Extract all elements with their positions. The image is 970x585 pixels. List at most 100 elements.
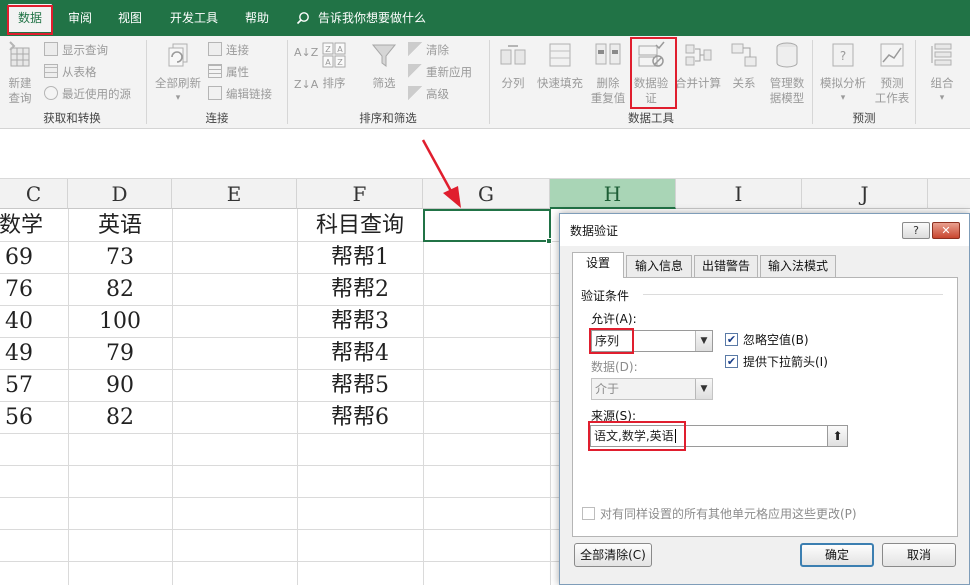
refresh-all-label: 全部刷新 [155, 76, 201, 90]
cell-f[interactable]: 帮帮5 [297, 370, 423, 402]
collapse-range-icon[interactable]: ⬆ [827, 425, 848, 447]
flash-fill-button[interactable]: 快速填充 [534, 40, 586, 91]
in-cell-dropdown-label: 提供下拉箭头(I) [743, 355, 828, 369]
what-if-analysis-button[interactable]: ? 模拟分析 ▾ [816, 40, 870, 106]
text-to-columns-label: 分列 [501, 76, 525, 90]
tell-me-text: 告诉我你想要做什么 [318, 11, 427, 25]
cell-d[interactable]: 100 [68, 306, 172, 338]
sort-descending-button[interactable]: Z↓A [294, 78, 318, 91]
chevron-down-icon: ▼ [695, 379, 712, 399]
manage-data-model-label: 管理数 据模型 [769, 76, 805, 105]
cell-f[interactable]: 帮帮3 [297, 306, 423, 338]
cell-f-header[interactable]: 科目查询 [297, 210, 423, 242]
ok-button[interactable]: 确定 [800, 543, 874, 567]
column-header-d[interactable]: D [68, 179, 172, 209]
column-header-i[interactable]: I [676, 179, 802, 209]
relationships-label: 关系 [732, 76, 756, 90]
cell-c[interactable]: 56 [0, 402, 38, 434]
help-icon[interactable]: ? [902, 222, 930, 239]
in-cell-dropdown-checkbox[interactable]: ✔ [725, 355, 738, 368]
close-icon[interactable]: ✕ [932, 222, 960, 239]
text-to-columns-button[interactable]: 分列 [496, 40, 530, 91]
table-icon [44, 42, 58, 56]
tab-help[interactable]: 帮助 [236, 4, 278, 32]
group-separator [915, 40, 916, 124]
svg-text:?: ? [840, 49, 846, 63]
allow-label: 允许(A): [591, 312, 637, 326]
reapply-button[interactable]: 重新应用 [408, 62, 472, 82]
apply-all-checkbox[interactable] [582, 507, 595, 520]
cell-c[interactable]: 69 [0, 242, 38, 274]
show-queries-button[interactable]: 显示查询 [44, 40, 108, 60]
tab-view[interactable]: 视图 [110, 4, 150, 32]
cell-d[interactable]: 79 [68, 338, 172, 370]
remove-duplicates-label: 删除 重复值 [590, 76, 626, 105]
consolidate-icon [685, 44, 712, 66]
column-header-h[interactable]: H [550, 179, 676, 209]
dialog-titlebar[interactable]: 数据验证 ? ✕ [560, 214, 969, 246]
consolidate-button[interactable]: 合并计算 [674, 40, 722, 91]
sort-ascending-button[interactable]: A↓Z [294, 46, 318, 59]
edit-links-button[interactable]: 编辑链接 [208, 84, 272, 104]
new-query-button[interactable]: 新建 查询 [2, 40, 38, 106]
manage-data-model-button[interactable]: 管理数 据模型 [764, 40, 810, 106]
group-button[interactable]: 组合 ▾ [922, 40, 962, 106]
tab-review[interactable]: 审阅 [60, 4, 100, 32]
cell-f[interactable]: 帮帮2 [297, 274, 423, 306]
advanced-filter-button[interactable]: 高级 [408, 84, 449, 104]
cell-c-header[interactable]: 数学 [0, 210, 56, 242]
column-header-e[interactable]: E [172, 179, 297, 209]
cell-f[interactable]: 帮帮1 [297, 242, 423, 274]
data-validation-dialog: 数据验证 ? ✕ 设置 输入信息 出错警告 输入法模式 验证条件 允许(A): … [559, 213, 970, 585]
cell-d[interactable]: 73 [68, 242, 172, 274]
cell-d[interactable]: 82 [68, 274, 172, 306]
cell-c[interactable]: 76 [0, 274, 38, 306]
column-header-j[interactable]: J [802, 179, 928, 209]
clear-label: 清除 [426, 43, 449, 57]
filter-label: 筛选 [372, 76, 396, 90]
cell-d[interactable]: 82 [68, 402, 172, 434]
fill-handle[interactable] [546, 238, 552, 244]
clear-filter-button[interactable]: 清除 [408, 40, 449, 60]
sort-button[interactable]: Z A A Z 排序 [316, 40, 352, 91]
clear-all-button[interactable]: 全部清除(C) [574, 543, 652, 567]
column-header-c[interactable]: C [0, 179, 68, 209]
column-header-g[interactable]: G [423, 179, 550, 209]
tab-settings[interactable]: 设置 [572, 252, 624, 278]
connections-button[interactable]: 连接 [208, 40, 249, 60]
from-table-button[interactable]: 从表格 [44, 62, 97, 82]
ignore-blank-checkbox[interactable]: ✔ [725, 333, 738, 346]
active-cell-g[interactable] [423, 209, 551, 242]
tab-input-message[interactable]: 输入信息 [626, 255, 692, 277]
data-label: 数据(D): [591, 360, 638, 374]
chevron-down-icon[interactable]: ▼ [695, 331, 712, 351]
cell-c[interactable]: 57 [0, 370, 38, 402]
chevron-down-icon: ▾ [840, 93, 846, 103]
recent-sources-button[interactable]: 最近使用的源 [44, 84, 131, 104]
cell-f[interactable]: 帮帮6 [297, 402, 423, 434]
remove-duplicates-button[interactable]: 删除 重复值 [588, 40, 628, 106]
cell-c[interactable]: 49 [0, 338, 38, 370]
cell-d[interactable]: 90 [68, 370, 172, 402]
tab-error-alert[interactable]: 出错警告 [694, 255, 758, 277]
tab-ime-mode[interactable]: 输入法模式 [760, 255, 836, 277]
column-header-f[interactable]: F [297, 179, 423, 209]
forecast-sheet-button[interactable]: 预测 工作表 [872, 40, 912, 106]
cancel-button[interactable]: 取消 [882, 543, 956, 567]
svg-text:Z: Z [337, 58, 343, 67]
data-model-icon [776, 42, 798, 68]
cell-d-header[interactable]: 英语 [68, 210, 172, 242]
relationships-button[interactable]: 关系 [726, 40, 762, 91]
cell-c[interactable]: 40 [0, 306, 38, 338]
tab-developer[interactable]: 开发工具 [162, 4, 226, 32]
properties-button[interactable]: 属性 [208, 62, 249, 82]
refresh-icon [168, 43, 188, 67]
sort-label: 排序 [322, 76, 346, 90]
cell-f[interactable]: 帮帮4 [297, 338, 423, 370]
forecast-chart-icon [880, 43, 904, 67]
group-label-sort-filter: 排序和筛选 [359, 111, 417, 125]
refresh-all-button[interactable]: 全部刷新 ▾ [150, 40, 206, 106]
column-header-k[interactable] [928, 179, 970, 209]
filter-button[interactable]: 筛选 [366, 40, 402, 91]
advanced-filter-icon [408, 86, 422, 100]
